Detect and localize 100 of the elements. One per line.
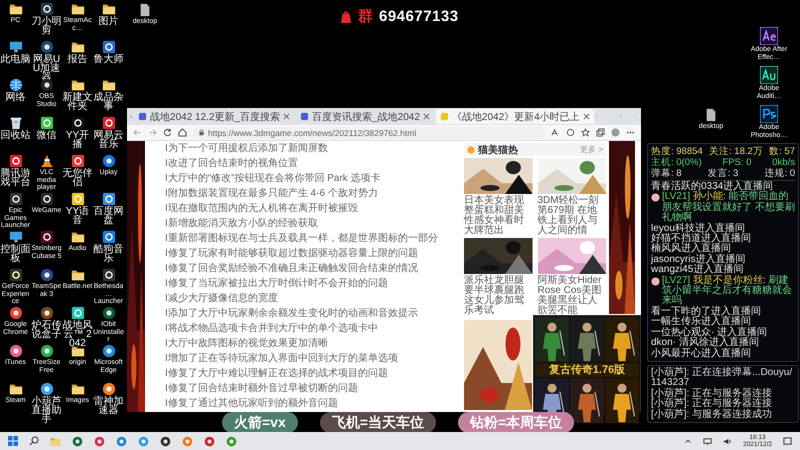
desktop-icon[interactable]: 酷狗音乐 — [93, 230, 124, 268]
desktop-icon[interactable]: 报告 — [62, 40, 93, 78]
article-line: I修复了通过其他玩家听到的额外音问题 — [165, 396, 339, 411]
desktop-icon[interactable]: 雷神加速器 — [93, 382, 124, 420]
avatar-icon — [651, 193, 660, 202]
app-icon — [760, 105, 778, 123]
log-line: [小葫芦]: 正在与服务器连接 — [651, 388, 774, 399]
stat-text: 关注: 18.2万 — [709, 146, 763, 157]
folder-icon — [70, 78, 84, 92]
chat-message: 一幅生传乐进入直播间 — [651, 317, 751, 328]
speaker-icon[interactable] — [723, 436, 732, 446]
cone-icon — [40, 154, 54, 168]
close-icon[interactable] — [283, 113, 290, 120]
recycle-bin-icon — [8, 116, 22, 130]
folder-icon — [70, 382, 84, 396]
app-icon[interactable] — [160, 436, 171, 446]
chat-message: 一位热心观众· 进入直播间 — [651, 328, 768, 338]
caret-icon[interactable] — [684, 437, 692, 445]
article-line: I修复了大厅中难以理解正在选择的战术项目的问题 — [165, 366, 389, 381]
browser-tab[interactable]: 百度资讯搜索_战地2042 — [296, 109, 434, 124]
log-line: [小葫芦]: 正在连接弹幕...Douyu/1143237 — [651, 368, 794, 388]
collections-icon[interactable] — [596, 128, 605, 137]
app-icon — [760, 27, 778, 45]
desktop-icon[interactable]: 回收站 — [0, 116, 31, 154]
app-icon — [102, 382, 116, 396]
desktop-icon[interactable]: 此电脑 — [0, 40, 31, 78]
globe-icon — [8, 78, 22, 92]
app-icon — [102, 40, 116, 54]
promo-badge: 火箭=vx — [222, 412, 298, 433]
desktop-icon[interactable]: 百度网盘 — [93, 192, 124, 230]
app-icon — [102, 192, 116, 206]
search-icon[interactable] — [29, 436, 39, 446]
app-icon — [40, 268, 54, 282]
app-icon — [70, 192, 84, 206]
article-line: I大厅中的“修改”按钮现在会将你带回 Park 选项卡 — [165, 172, 382, 186]
refresh-icon[interactable] — [163, 128, 172, 137]
article-line: I修复了玩家有时能够获取超过数据驱动器容量上限的问题 — [165, 246, 419, 261]
promo-badge: 钻粉=本周车位 — [458, 412, 574, 433]
address-field[interactable]: https://www.3dmgame.com/news/202112/3829762.html — [193, 126, 545, 138]
app-icon[interactable] — [72, 436, 83, 446]
desktop-icon[interactable]: 腾讯游戏平台 — [0, 154, 31, 192]
desktop-icon[interactable]: 战地风云™ 2042 — [62, 306, 93, 344]
desktop-icon[interactable]: 鲁大师 — [93, 40, 124, 78]
folder-icon — [102, 2, 116, 16]
news-caption[interactable]: 日本美女表现整蛋糕和甜美性感女神看时大牌范出 — [464, 196, 532, 236]
profile-icon[interactable] — [611, 128, 620, 137]
desktop-icon[interactable]: 无您伴侣 — [62, 154, 93, 192]
article-line: I添加了大厅中玩家剩余余额发生变化时的动画和音效提示 — [165, 306, 419, 321]
desktop-icon[interactable]: 刀小明剪 — [31, 2, 62, 40]
app-icon — [102, 154, 116, 168]
article-line: I重新部署图标现在与士兵及载具一样，都是世界图标的一部分 — [165, 232, 439, 246]
browser-tab[interactable]: 《战地2042》更新4小时已上 — [436, 109, 594, 124]
desktop-icon[interactable]: 网易云音乐 — [93, 116, 124, 154]
start-icon[interactable] — [8, 436, 18, 446]
read-aloud-icon[interactable] — [551, 128, 560, 137]
desktop-icon[interactable]: 炉石传说盒子 — [31, 306, 62, 344]
circle-icon[interactable] — [566, 128, 575, 137]
article-line: I改进了回合结束时的视角位置 — [165, 156, 299, 171]
monitor-icon[interactable] — [703, 436, 712, 446]
stat-text: 违规: 0 — [764, 168, 795, 179]
app-icon — [8, 192, 22, 206]
app-icon — [40, 40, 54, 54]
desktop-icon[interactable]: 新建文件夹 — [62, 78, 93, 116]
news-caption[interactable]: 派乐社龙胆腿要半球裹腿跑这女儿参加驾乐考试 — [464, 276, 532, 316]
desktop-icon[interactable]: 图片 — [93, 2, 124, 40]
article-line: I为下一个可用援权后添加了新闻屏数 — [165, 142, 329, 156]
desktop-icon[interactable]: YY开播 — [62, 116, 93, 154]
desktop-icon[interactable]: 微信 — [31, 116, 62, 154]
app-icon — [40, 2, 54, 16]
article-line: I增加了正在等待玩家加入界面中回到大厅的菜单选项 — [165, 352, 399, 366]
news-caption[interactable]: 阿斯美女HiderRose Cos美图美腿黑丝让人欲罢不能 — [538, 276, 606, 316]
chat-message: [LV27] 我是不是你粉丝: 刷建筑小留半年之后才有糖糖就会来吗 — [662, 276, 793, 306]
article-line: I附加数据装置现在最多只能产生 4-6 个敌对势力 — [165, 186, 379, 201]
file-icon — [704, 108, 718, 122]
app-icon — [8, 268, 22, 282]
article-line: I将战术物品选项卡合并到大厅中的单个选项卡中 — [165, 322, 379, 336]
article-line: I大厅中敌阵图标的视觉效果更加清晰 — [165, 336, 329, 351]
stat-text: 弹幕: 8 — [651, 168, 682, 179]
home-icon[interactable] — [178, 128, 187, 137]
chat-message: 看一下昨的了进入直播间 — [651, 306, 762, 317]
app-icon — [8, 306, 22, 320]
notification-icon[interactable] — [783, 436, 792, 446]
desktop-icon[interactable]: 网络 — [0, 78, 31, 116]
news-caption[interactable]: 3DM轻松一刻第679期 在地铁上看到人与人之间的情 — [538, 196, 606, 236]
close-icon[interactable] — [422, 113, 430, 120]
folder-icon — [70, 230, 84, 244]
desktop-icon[interactable]: 控制面板 — [0, 230, 31, 268]
flame-icon — [467, 146, 475, 154]
desktop-icon[interactable]: 成品杂事 — [93, 78, 124, 116]
favorites-icon[interactable] — [581, 128, 590, 137]
browser-tab[interactable]: 战地2042 12.2更新_百度搜索 — [134, 109, 294, 124]
stat-text: 热度: 98854 — [651, 146, 703, 157]
folder-icon — [8, 2, 22, 16]
desktop-icon[interactable]: YY语音 — [62, 192, 93, 230]
chat-message: wangzi45进入直播间 — [651, 265, 744, 276]
ad-title: 复古传奇1.76版 — [535, 363, 639, 378]
close-icon[interactable] — [582, 113, 590, 120]
chat-message: jasoncyris进入直播间 — [651, 254, 746, 265]
file-icon — [138, 3, 152, 17]
article-line: I现在撤取范围内的无人机将在离开时被摧毁 — [165, 202, 359, 216]
